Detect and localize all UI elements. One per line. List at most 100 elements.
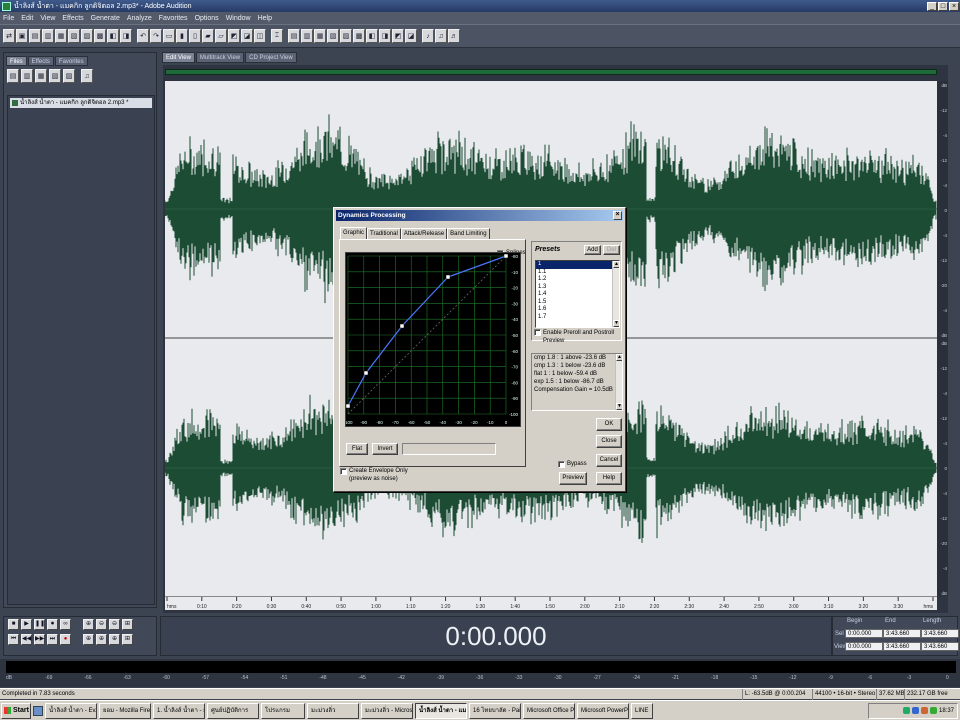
toolbar-tool-icon[interactable]: ◨ bbox=[120, 29, 132, 43]
toolbar-tool-icon[interactable]: ▦ bbox=[314, 29, 326, 43]
toolbar-tool-icon[interactable]: ◩ bbox=[392, 29, 404, 43]
preset-item[interactable]: 1.1 bbox=[536, 269, 619, 277]
open-file-icon[interactable]: ▤ bbox=[7, 69, 19, 83]
menu-favorites[interactable]: Favorites bbox=[159, 15, 188, 22]
edit-file-icon[interactable]: ▨ bbox=[63, 69, 75, 83]
tray-line-icon[interactable] bbox=[929, 707, 937, 714]
taskbar-task[interactable]: ศูนย์ปฏิบัติการ bbox=[207, 702, 259, 719]
toolbar-tool-icon[interactable]: ♬ bbox=[448, 29, 460, 43]
summary-scrollbar[interactable]: ▲ ▼ bbox=[615, 354, 622, 410]
toolbar-tool-icon[interactable]: ▧ bbox=[327, 29, 339, 43]
scroll-up-icon[interactable]: ▲ bbox=[613, 261, 619, 268]
scroll-down-icon[interactable]: ▼ bbox=[616, 403, 622, 410]
tray-volume-icon[interactable] bbox=[911, 707, 919, 714]
cancel-button[interactable]: Cancel bbox=[596, 454, 622, 467]
tray-network-icon[interactable] bbox=[902, 707, 910, 714]
menu-edit[interactable]: Edit bbox=[21, 15, 33, 22]
sel-end-field[interactable]: 3:43.660 bbox=[883, 629, 921, 638]
play-file-icon[interactable]: ♫ bbox=[81, 69, 93, 83]
menu-generate[interactable]: Generate bbox=[91, 15, 120, 22]
toolbar-tool-icon[interactable]: ▱ bbox=[215, 29, 227, 43]
go-to-end-button[interactable]: ⏭ bbox=[47, 634, 58, 645]
restore-button[interactable]: □ bbox=[938, 1, 948, 11]
menu-analyze[interactable]: Analyze bbox=[127, 15, 152, 22]
tray-app-icon[interactable] bbox=[920, 707, 928, 714]
toolbar-tool-icon[interactable]: ▯ bbox=[189, 29, 201, 43]
play-button[interactable]: ▶ bbox=[21, 619, 32, 630]
preset-item[interactable]: 1.4 bbox=[536, 291, 619, 299]
add-preset-button[interactable]: Add bbox=[584, 245, 601, 255]
sel-length-field[interactable]: 3:43.660 bbox=[921, 629, 959, 638]
loop-button[interactable]: ∞ bbox=[60, 619, 71, 630]
zoom-in-right-button[interactable]: ⊕ bbox=[96, 634, 107, 645]
taskbar-task[interactable]: มะม่วงลิ่ว bbox=[307, 702, 359, 719]
preroll-checkbox[interactable] bbox=[534, 329, 541, 336]
stop-button[interactable]: ■ bbox=[8, 619, 19, 630]
preset-item[interactable]: 1.5 bbox=[536, 299, 619, 307]
tab-band-limiting[interactable]: Band Limiting bbox=[447, 228, 490, 239]
toolbar-tool-icon[interactable]: ▩ bbox=[353, 29, 365, 43]
preset-item[interactable]: 1.7 bbox=[536, 314, 619, 322]
scroll-up-icon[interactable]: ▲ bbox=[616, 354, 622, 361]
taskbar-task[interactable]: ยอม - Mozilla Firefox bbox=[99, 702, 151, 719]
toolbar-tool-icon[interactable]: ▥ bbox=[301, 29, 313, 43]
preset-list[interactable]: 1 1.1 1.2 1.3 1.4 1.5 1.6 1.7 ▲ ▼ bbox=[535, 260, 620, 328]
zoom-in-v-button[interactable]: ⊕ bbox=[109, 634, 120, 645]
toolbar-tool-icon[interactable]: ▤ bbox=[288, 29, 300, 43]
toolbar-tool-icon[interactable]: ◧ bbox=[366, 29, 378, 43]
menu-effects[interactable]: Effects bbox=[62, 15, 83, 22]
zoom-out-h-button[interactable]: ⊖ bbox=[96, 619, 107, 630]
close-file-icon[interactable]: ▦ bbox=[35, 69, 47, 83]
toolbar-tool-icon[interactable]: ▰ bbox=[202, 29, 214, 43]
zoom-out-v-button[interactable]: ⊞ bbox=[122, 634, 133, 645]
toolbar-tool-icon[interactable]: ▧ bbox=[68, 29, 80, 43]
minimize-button[interactable]: _ bbox=[927, 1, 937, 11]
taskbar-task[interactable]: Microsoft PowerPoi... bbox=[577, 702, 629, 719]
menu-file[interactable]: File bbox=[3, 15, 14, 22]
toolbar-tool-icon[interactable]: ▣ bbox=[16, 29, 28, 43]
preset-item[interactable]: 1.6 bbox=[536, 306, 619, 314]
taskbar-task[interactable]: LINE bbox=[631, 702, 653, 719]
fast-forward-button[interactable]: ▶▶ bbox=[34, 634, 45, 645]
preset-scrollbar[interactable]: ▲ ▼ bbox=[612, 261, 619, 327]
import-icon[interactable]: ▥ bbox=[21, 69, 33, 83]
bypass-checkbox[interactable] bbox=[558, 461, 565, 468]
zoom-in-h-button[interactable]: ⊕ bbox=[83, 619, 94, 630]
tab-favorites[interactable]: Favorites bbox=[54, 56, 88, 66]
menu-view[interactable]: View bbox=[40, 15, 55, 22]
sel-begin-field[interactable]: 0:00.000 bbox=[845, 629, 883, 638]
tab-effects[interactable]: Effects bbox=[27, 56, 54, 66]
close-button[interactable]: × bbox=[949, 1, 959, 11]
menu-help[interactable]: Help bbox=[258, 15, 272, 22]
menu-options[interactable]: Options bbox=[195, 15, 219, 22]
toolbar-tool-icon[interactable]: ◫ bbox=[254, 29, 266, 43]
flat-button[interactable]: Flat bbox=[346, 443, 368, 455]
toolbar-tool-icon[interactable]: ⇄ bbox=[3, 29, 15, 43]
tab-graphic[interactable]: Graphic bbox=[340, 227, 368, 239]
toolbar-tool-icon[interactable]: ◧ bbox=[107, 29, 119, 43]
preset-item[interactable]: 1.2 bbox=[536, 276, 619, 284]
tab-cd-project-view[interactable]: CD Project View bbox=[245, 52, 297, 63]
time-ruler[interactable]: hms 0:10 0:20 0:30 0:40 0:50 1:00 1:10 1:20 1:30 1… bbox=[165, 596, 937, 610]
tab-traditional[interactable]: Traditional bbox=[367, 228, 401, 239]
view-begin-field[interactable]: 0:00.000 bbox=[845, 642, 883, 651]
toolbar-tool-icon[interactable]: ◩ bbox=[228, 29, 240, 43]
close-dialog-button[interactable]: Close bbox=[596, 435, 622, 448]
tab-edit-view[interactable]: Edit View bbox=[162, 52, 195, 63]
toolbar-tool-icon[interactable]: ◪ bbox=[405, 29, 417, 43]
taskbar-task[interactable]: มะม่วงลิ่ว - Microsoft... bbox=[361, 702, 413, 719]
play-to-end-button[interactable]: ⏺ bbox=[47, 619, 58, 630]
toolbar-tool-icon[interactable]: ▭ bbox=[163, 29, 175, 43]
view-length-field[interactable]: 3:43.660 bbox=[921, 642, 959, 651]
delete-preset-button[interactable]: Del bbox=[603, 245, 620, 255]
overview-bar[interactable] bbox=[165, 69, 937, 75]
preview-button[interactable]: Preview bbox=[559, 472, 587, 485]
tab-attack-release[interactable]: Attack/Release bbox=[400, 228, 448, 239]
taskbar-task[interactable]: น้ำลิงส์ น้ำตา - Ev... bbox=[45, 702, 97, 719]
dialog-close-icon[interactable]: × bbox=[613, 211, 622, 220]
zoom-in-left-button[interactable]: ⊕ bbox=[83, 634, 94, 645]
taskbar-task[interactable]: โปรแกรม bbox=[261, 702, 305, 719]
toolbar-tool-icon[interactable]: ▥ bbox=[42, 29, 54, 43]
taskbar-task[interactable]: 1. น้ำลิงส์ น้ำตา - ยอ... bbox=[153, 702, 205, 719]
toolbar-tool-icon[interactable]: ▦ bbox=[55, 29, 67, 43]
